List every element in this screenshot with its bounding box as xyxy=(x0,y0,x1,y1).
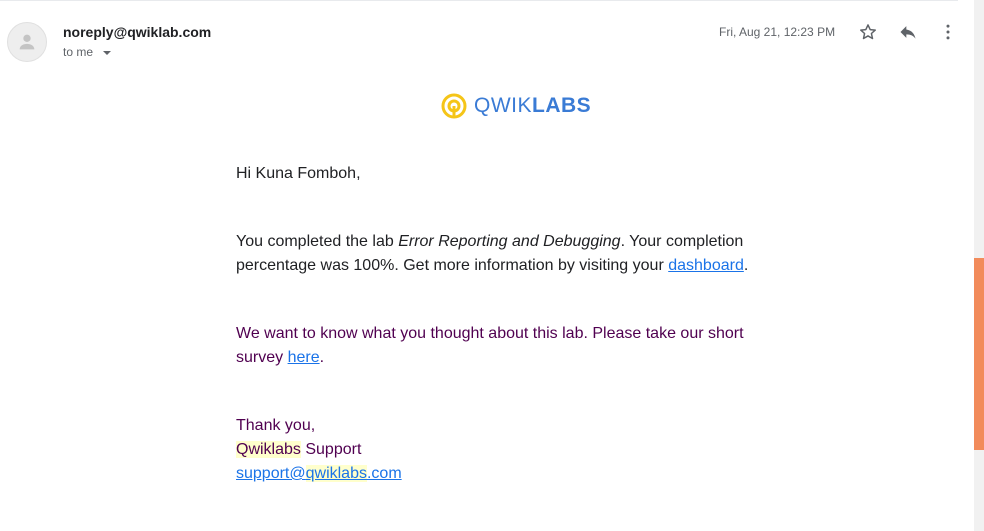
more-options-button[interactable] xyxy=(936,20,960,44)
email-suffix: .com xyxy=(366,465,402,482)
reply-icon xyxy=(900,26,916,39)
lab-name: Error Reporting and Debugging xyxy=(398,233,621,250)
thanks-text: Thank you, xyxy=(236,417,316,434)
sender-email[interactable]: noreply@qwiklab.com xyxy=(63,24,211,40)
qwiklabs-logo-icon xyxy=(441,93,467,119)
recipient-label: to me xyxy=(63,45,94,59)
survey-end: . xyxy=(319,349,325,366)
scrollbar-thumb[interactable] xyxy=(974,258,984,450)
email-date: Fri, Aug 21, 12:23 PM xyxy=(719,25,836,39)
dashboard-link[interactable]: dashboard xyxy=(668,257,744,274)
survey-paragraph: We want to know what you thought about t… xyxy=(236,322,756,370)
email-highlight: qwiklabs xyxy=(305,465,367,482)
star-icon xyxy=(860,24,876,40)
star-button[interactable] xyxy=(856,20,880,44)
logo-text: QWIKLABS xyxy=(474,94,591,118)
logo-text-part1: QWIK xyxy=(474,94,532,117)
top-divider xyxy=(0,0,958,1)
company-highlight: Qwiklabs xyxy=(236,441,301,458)
person-icon xyxy=(19,34,35,50)
logo-text-part2: LABS xyxy=(532,94,592,117)
chevron-down-icon xyxy=(103,51,112,55)
company-line: Qwiklabs Support xyxy=(236,438,776,462)
signoff: Thank you, Qwiklabs Support support@qwik… xyxy=(236,414,776,486)
completion-paragraph: You completed the lab Error Reporting an… xyxy=(236,230,756,278)
more-vert-icon xyxy=(946,24,950,40)
support-email-link[interactable]: support@qwiklabs.com xyxy=(236,465,402,482)
reply-button[interactable] xyxy=(896,20,920,44)
completion-end: . xyxy=(743,257,749,274)
email-prefix: support@ xyxy=(236,465,306,482)
sender-avatar[interactable] xyxy=(7,22,47,62)
recipient-dropdown[interactable]: to me xyxy=(63,45,112,59)
company-rest: Support xyxy=(300,441,362,458)
completion-text-before: You completed the lab xyxy=(236,233,399,250)
survey-link[interactable]: here xyxy=(288,349,320,366)
qwiklabs-logo[interactable]: QWIKLABS xyxy=(440,92,591,120)
greeting: Hi Kuna Fomboh, xyxy=(236,165,361,182)
